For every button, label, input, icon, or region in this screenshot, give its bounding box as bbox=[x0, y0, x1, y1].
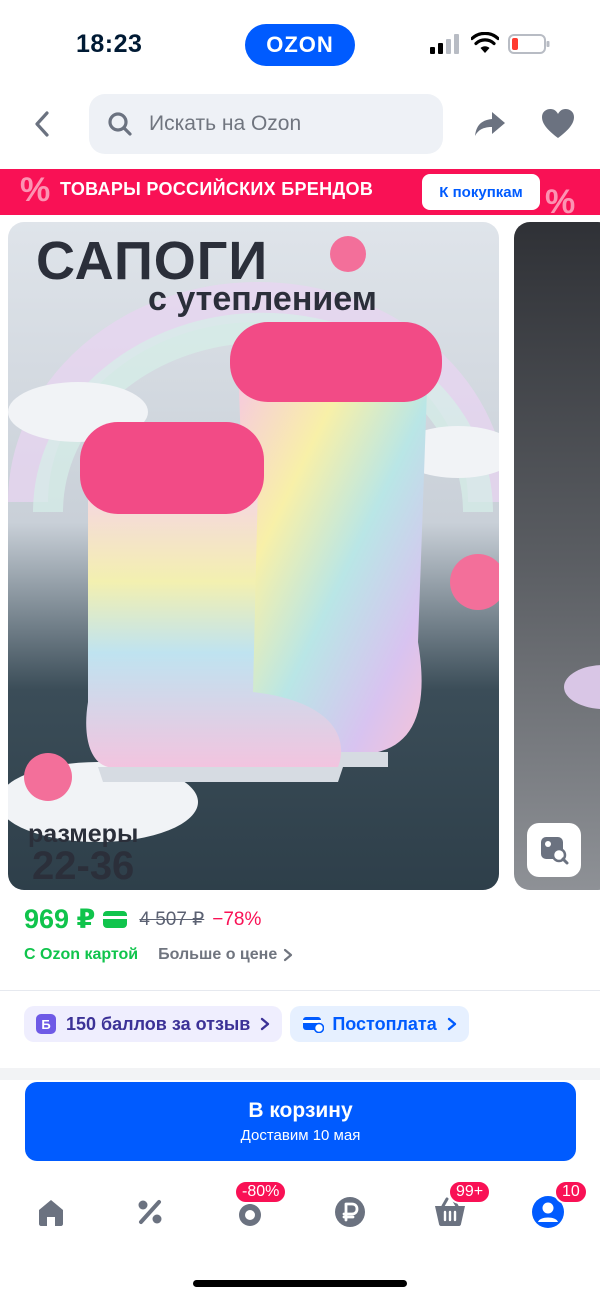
postpay-chip[interactable]: Постоплата bbox=[290, 1006, 469, 1042]
share-icon[interactable] bbox=[472, 106, 508, 142]
add-to-cart-label: В корзину bbox=[248, 1099, 353, 1122]
next-image-illustration bbox=[564, 665, 600, 709]
card-clock-icon bbox=[303, 1017, 325, 1033]
promo-text: ТОВАРЫ РОССИЙСКИХ БРЕНДОВ bbox=[60, 179, 374, 199]
nav-home[interactable] bbox=[31, 1192, 71, 1232]
review-bonus-label: 150 баллов за отзыв bbox=[66, 1013, 251, 1034]
add-to-cart-button[interactable]: В корзину Доставим 10 мая bbox=[25, 1082, 576, 1161]
ozon-card-note: С Ozon картой bbox=[24, 946, 139, 963]
price-old: 4 507 ₽ bbox=[139, 909, 205, 930]
search-box[interactable] bbox=[89, 94, 443, 154]
nav-profile[interactable]: 10 bbox=[528, 1180, 588, 1232]
back-button[interactable] bbox=[24, 106, 60, 142]
chevron-right-icon bbox=[447, 1017, 456, 1031]
bottom-nav: -80% 99+ 10 bbox=[0, 1178, 600, 1248]
heart-icon[interactable] bbox=[540, 106, 576, 142]
bonus-points-icon: Б bbox=[36, 1014, 56, 1034]
wifi-icon bbox=[471, 32, 499, 53]
visual-search-button[interactable] bbox=[527, 823, 581, 877]
status-bar: 18:23 OZON bbox=[0, 0, 600, 90]
divider bbox=[0, 990, 600, 991]
image-search-icon bbox=[541, 837, 569, 865]
postpay-label: Постоплата bbox=[332, 1013, 437, 1034]
discount-icon bbox=[138, 1200, 162, 1224]
discount-badge: −78% bbox=[212, 908, 262, 930]
percent-decor-icon: % bbox=[545, 183, 576, 215]
chevron-right-icon bbox=[284, 948, 293, 962]
percent-decor-icon: % bbox=[20, 171, 51, 209]
promo-shop-button[interactable]: К покупкам bbox=[422, 174, 540, 210]
battery-icon bbox=[508, 34, 550, 54]
price-details: С Ozon картой Больше о цене bbox=[24, 946, 293, 964]
review-bonus-chip[interactable]: Б 150 баллов за отзыв bbox=[24, 1006, 283, 1042]
sale-badge: -80% bbox=[234, 1180, 288, 1204]
product-illustration bbox=[8, 236, 499, 842]
status-time: 18:23 bbox=[76, 30, 143, 58]
info-chips: Б 150 баллов за отзыв Постоплата bbox=[24, 1006, 477, 1042]
product-gallery[interactable]: САПОГИ с утеплением размеры 22-36 bbox=[0, 222, 600, 892]
section-separator bbox=[0, 1068, 600, 1080]
promo-banner[interactable]: % % ТОВАРЫ РОССИЙСКИХ БРЕНДОВ К покупкам bbox=[0, 169, 600, 215]
ozon-card-icon bbox=[103, 911, 128, 928]
home-icon bbox=[39, 1200, 63, 1226]
ruble-icon bbox=[335, 1197, 365, 1227]
price-row: 969 ₽ 4 507 ₽ −78% bbox=[24, 904, 261, 935]
more-about-price-link[interactable]: Больше о цене bbox=[158, 946, 277, 964]
nav-finance[interactable] bbox=[330, 1192, 370, 1232]
chevron-left-icon bbox=[35, 111, 49, 137]
cellular-signal-icon bbox=[430, 34, 459, 54]
product-image[interactable]: САПОГИ с утеплением размеры 22-36 bbox=[8, 222, 499, 890]
chevron-right-icon bbox=[261, 1017, 270, 1031]
image-sizes: 22-36 bbox=[32, 844, 135, 888]
search-input[interactable] bbox=[149, 112, 429, 136]
home-indicator bbox=[193, 1280, 407, 1287]
nav-fresh[interactable]: -80% bbox=[230, 1180, 288, 1232]
next-product-image[interactable] bbox=[514, 222, 600, 890]
search-icon bbox=[108, 112, 132, 136]
price-current: 969 ₽ bbox=[24, 904, 96, 934]
nav-cart[interactable]: 99+ bbox=[430, 1180, 492, 1232]
ozon-logo[interactable]: OZON bbox=[245, 24, 355, 66]
nav-discounts[interactable] bbox=[130, 1192, 170, 1232]
delivery-date: Доставим 10 мая bbox=[240, 1127, 361, 1144]
cart-badge: 99+ bbox=[448, 1180, 492, 1204]
image-subtitle: с утеплением bbox=[148, 280, 377, 318]
profile-badge: 10 bbox=[554, 1180, 588, 1204]
search-row bbox=[0, 92, 600, 156]
